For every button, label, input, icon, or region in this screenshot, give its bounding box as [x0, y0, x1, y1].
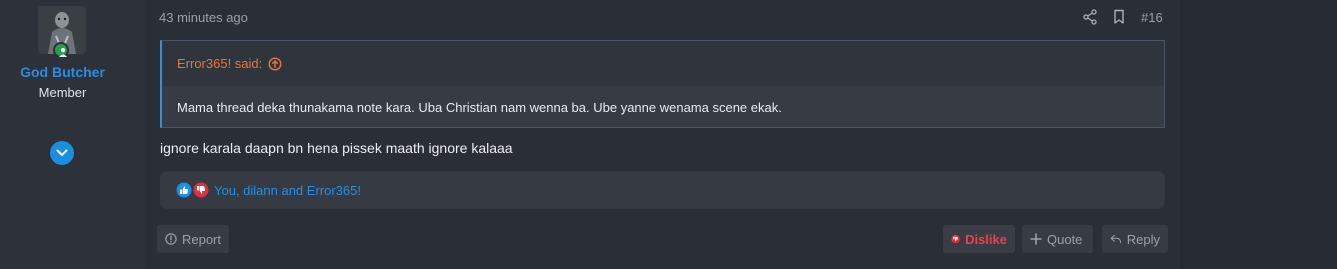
report-icon — [165, 233, 177, 245]
quote-label: Quote — [1047, 231, 1083, 247]
quote-header[interactable]: Error365! said: — [177, 56, 282, 71]
chevron-down-icon — [56, 149, 68, 157]
reaction-icons — [176, 182, 209, 198]
plus-icon — [1030, 233, 1042, 245]
arrow-up-circle-icon[interactable] — [268, 56, 282, 71]
bookmark-icon[interactable] — [1113, 9, 1125, 25]
quote-block: Error365! said: Mama thread deka thunaka… — [160, 40, 1165, 128]
right-panel — [1180, 0, 1337, 269]
reply-icon — [1110, 234, 1122, 244]
quote-text: Mama thread deka thunakama note kara. Ub… — [162, 86, 1164, 127]
quote-author[interactable]: Error365! said: — [177, 56, 262, 71]
expand-user-info-button[interactable] — [50, 141, 74, 165]
reactions-bar: You, dilann and Error365! — [160, 171, 1165, 209]
reacted-by-link[interactable]: You, dilann and Error365! — [214, 183, 361, 198]
reply-label: Reply — [1126, 231, 1160, 247]
username-link[interactable]: God Butcher — [0, 64, 125, 80]
post-message: ignore karala daapn bn hena pissek maath… — [160, 140, 513, 156]
post-number-link[interactable]: #16 — [1141, 10, 1163, 25]
report-button[interactable]: Report — [157, 225, 229, 253]
like-icon[interactable] — [176, 182, 192, 198]
post-body: 43 minutes ago #16 Error365! said: Mama … — [145, 0, 1180, 269]
dislike-label: Dislike — [965, 231, 1007, 247]
dislike-icon — [951, 234, 960, 244]
reply-button[interactable]: Reply — [1102, 225, 1168, 253]
user-title: Member — [38, 85, 87, 100]
dislike-icon[interactable] — [193, 182, 209, 198]
report-label: Report — [181, 231, 221, 247]
quote-button[interactable]: Quote — [1022, 225, 1093, 253]
dislike-button[interactable]: Dislike — [943, 225, 1015, 253]
user-sidebar: God Butcher Member — [0, 0, 145, 269]
post-timestamp[interactable]: 43 minutes ago — [159, 10, 248, 25]
share-icon[interactable] — [1083, 9, 1097, 25]
online-status-icon — [53, 42, 69, 58]
